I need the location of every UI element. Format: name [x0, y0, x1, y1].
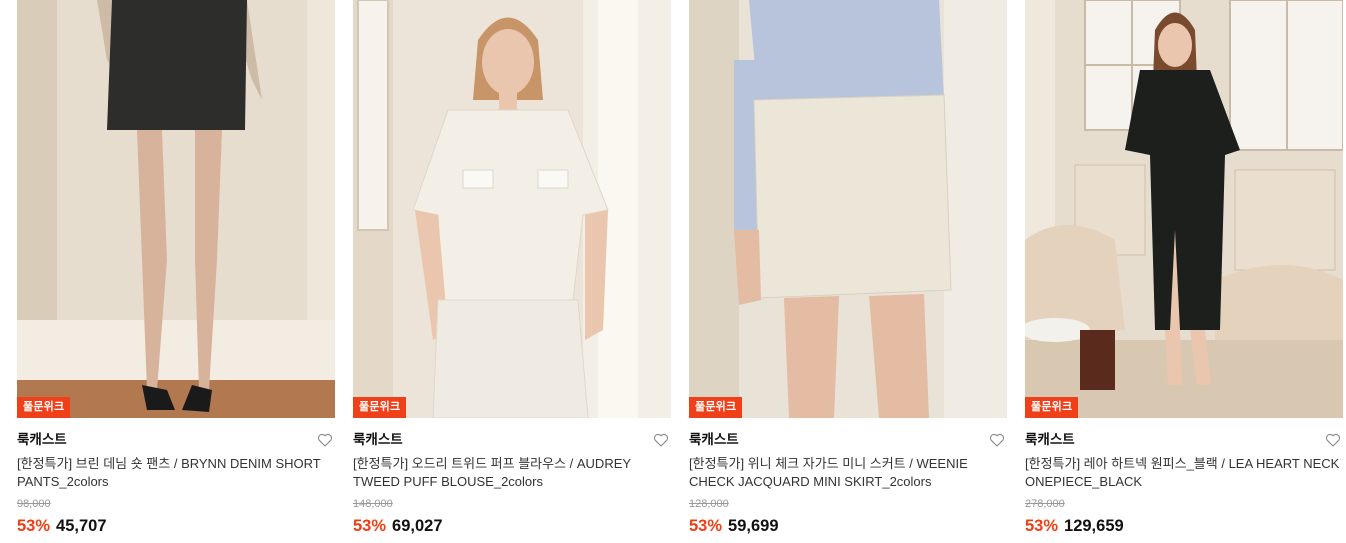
discount-rate: 53%	[1025, 517, 1059, 535]
sale-price: 69,027	[392, 517, 443, 535]
heart-outline-icon[interactable]	[989, 432, 1005, 448]
brand-name[interactable]: 룩캐스트	[1025, 432, 1343, 448]
product-image[interactable]: 풀문위크	[1025, 0, 1343, 418]
price-row: 53% 69,027	[353, 516, 671, 537]
promo-badge: 풀문위크	[17, 397, 71, 418]
promo-badge: 풀문위크	[689, 397, 743, 418]
heart-outline-icon[interactable]	[1325, 432, 1341, 448]
price-row: 53% 59,699	[689, 516, 1007, 537]
discount-rate: 53%	[689, 517, 723, 535]
original-price: 278,000	[1025, 498, 1065, 510]
product-card[interactable]: 풀문위크 룩캐스트 [한정특가] 위니 체크 자가드 미니 스커트 / WEEN…	[689, 0, 1007, 537]
promo-badge: 풀문위크	[353, 397, 407, 418]
product-title[interactable]: [한정특가] 오드리 트위드 퍼프 블라우스 / AUDREY TWEED PU…	[353, 455, 671, 491]
price-row: 53% 45,707	[17, 516, 335, 537]
product-image[interactable]: 풀문위크	[353, 0, 671, 418]
brand-name[interactable]: 룩캐스트	[353, 432, 671, 448]
product-image[interactable]: 풀문위크	[17, 0, 335, 418]
discount-rate: 53%	[17, 517, 51, 535]
sale-price: 129,659	[1064, 517, 1124, 535]
sale-price: 59,699	[728, 517, 779, 535]
product-image[interactable]: 풀문위크	[689, 0, 1007, 418]
original-price: 128,000	[689, 498, 729, 510]
discount-rate: 53%	[353, 517, 387, 535]
product-card[interactable]: 풀문위크 룩캐스트 [한정특가] 브린 데님 숏 팬츠 / BRYNN DENI…	[17, 0, 335, 537]
original-price: 98,000	[17, 498, 51, 510]
product-card[interactable]: 풀문위크 룩캐스트 [한정특가] 레아 하트넥 원피스_블랙 / LEA HEA…	[1025, 0, 1343, 537]
heart-outline-icon[interactable]	[317, 432, 333, 448]
product-title[interactable]: [한정특가] 위니 체크 자가드 미니 스커트 / WEENIE CHECK J…	[689, 455, 1007, 491]
sale-price: 45,707	[56, 517, 107, 535]
heart-outline-icon[interactable]	[653, 432, 669, 448]
brand-name[interactable]: 룩캐스트	[689, 432, 1007, 448]
brand-name[interactable]: 룩캐스트	[17, 432, 335, 448]
product-grid: 풀문위크 룩캐스트 [한정특가] 브린 데님 숏 팬츠 / BRYNN DENI…	[0, 0, 1346, 543]
original-price: 148,000	[353, 498, 393, 510]
product-card[interactable]: 풀문위크 룩캐스트 [한정특가] 오드리 트위드 퍼프 블라우스 / AUDRE…	[353, 0, 671, 537]
price-row: 53% 129,659	[1025, 516, 1343, 537]
product-title[interactable]: [한정특가] 레아 하트넥 원피스_블랙 / LEA HEART NECK ON…	[1025, 455, 1343, 491]
promo-badge: 풀문위크	[1025, 397, 1079, 418]
product-title[interactable]: [한정특가] 브린 데님 숏 팬츠 / BRYNN DENIM SHORT PA…	[17, 455, 335, 491]
